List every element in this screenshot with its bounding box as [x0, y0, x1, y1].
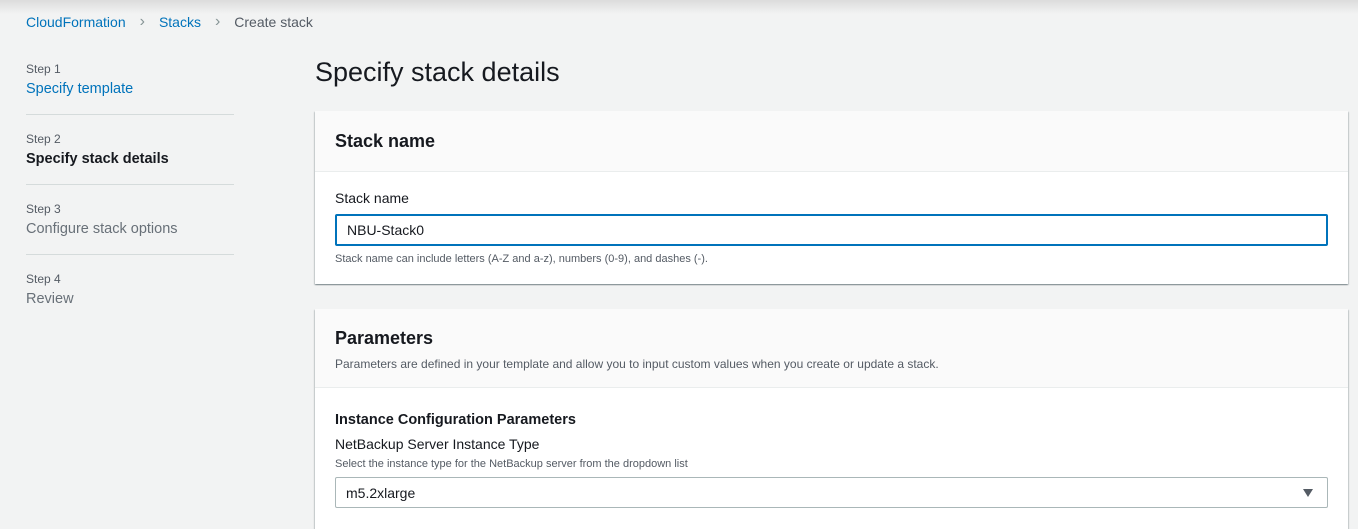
breadcrumb: CloudFormation › Stacks › Create stack [26, 13, 313, 31]
instance-config-group-title: Instance Configuration Parameters [335, 412, 576, 428]
step-number: Step 2 [26, 132, 61, 146]
chevron-right-icon: › [139, 13, 145, 30]
instance-type-description: Select the instance type for the NetBack… [335, 458, 688, 470]
breadcrumb-cloudformation[interactable]: CloudFormation [26, 14, 126, 30]
step-number: Step 1 [26, 62, 61, 76]
instance-type-label: NetBackup Server Instance Type [335, 436, 540, 452]
page-title: Specify stack details [315, 57, 560, 87]
breadcrumb-stacks[interactable]: Stacks [159, 14, 201, 30]
wizard-step-2: Step 2 Specify stack details [26, 132, 234, 185]
parameters-body: Instance Configuration Parameters NetBac… [315, 412, 1348, 508]
wizard-step-3: Step 3 Configure stack options [26, 202, 234, 255]
stack-name-label: Stack name [335, 190, 409, 206]
wizard-steps: Step 1 Specify template Step 2 Specify s… [26, 62, 234, 341]
instance-type-select[interactable]: m5.2xlarge [335, 477, 1328, 508]
step-number: Step 3 [26, 202, 61, 216]
parameters-section-title: Parameters [335, 328, 434, 348]
top-shade [0, 0, 1358, 14]
chevron-right-icon: › [214, 13, 221, 30]
stack-name-container: Stack name Stack name Stack name can inc… [315, 111, 1348, 284]
step-title-review: Review [26, 291, 74, 307]
step-title-active: Specify stack details [26, 151, 169, 167]
parameters-header: Parameters Parameters are defined in you… [315, 309, 1348, 388]
wizard-step-1: Step 1 Specify template [26, 62, 234, 115]
stack-name-header: Stack name [315, 111, 1348, 172]
stack-name-input[interactable] [335, 214, 1328, 246]
parameters-container: Parameters Parameters are defined in you… [315, 309, 1348, 529]
step-link-specify-template[interactable]: Specify template [26, 81, 234, 97]
step-number: Step 4 [26, 272, 61, 286]
stack-name-section-title: Stack name [335, 131, 436, 151]
caret-down-icon [1303, 489, 1313, 497]
instance-type-selected-value: m5.2xlarge [346, 484, 416, 501]
wizard-step-4: Step 4 Review [26, 272, 234, 324]
breadcrumb-current: Create stack [234, 14, 313, 30]
stack-name-body: Stack name Stack name can include letter… [315, 190, 1348, 265]
stack-name-constraint: Stack name can include letters (A-Z and … [335, 253, 708, 265]
step-title-configure-options: Configure stack options [26, 221, 178, 237]
parameters-description: Parameters are defined in your template … [335, 357, 939, 371]
